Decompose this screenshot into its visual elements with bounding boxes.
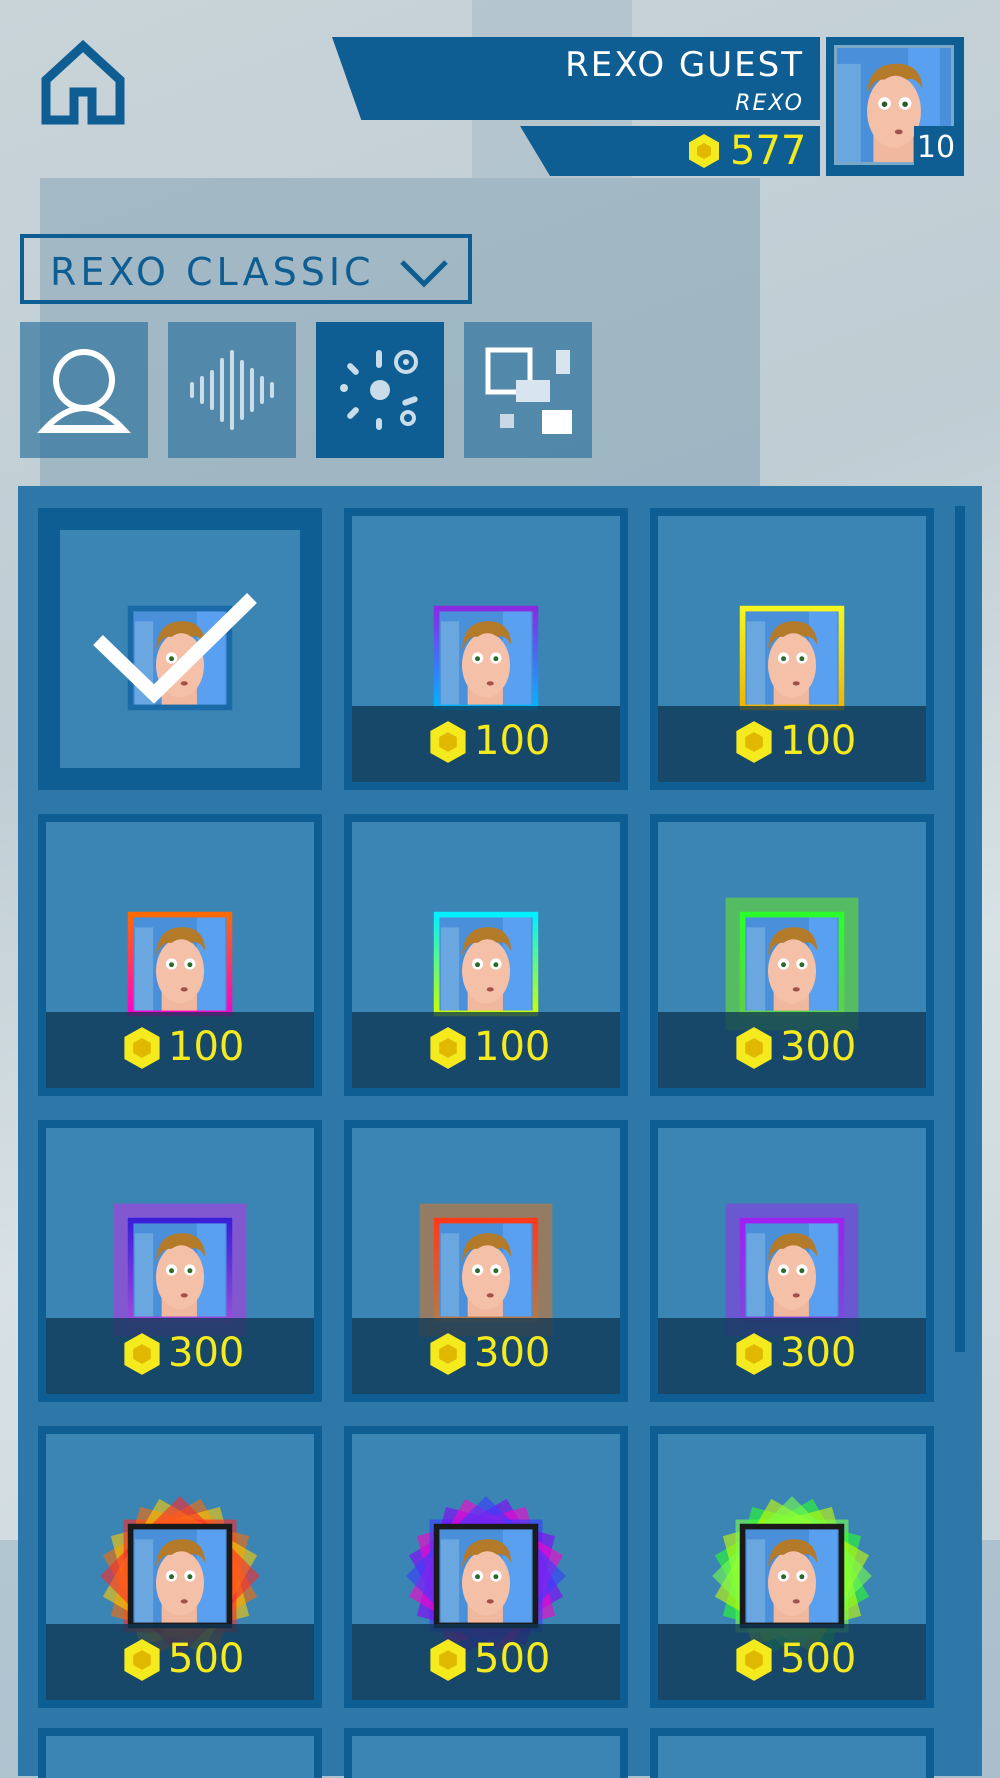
grid-cell[interactable]: 300 [344,1120,628,1402]
coin-balance-bar: 577 [520,126,820,176]
price-value: 100 [780,718,857,764]
coin-icon [428,1638,468,1686]
coin-icon [428,720,468,768]
character-dropdown[interactable]: REXO CLASSIC [20,234,472,304]
player-subtitle: REXO [735,91,804,116]
price-tag: 100 [658,706,926,782]
price-value: 300 [168,1330,245,1376]
grid-cell[interactable]: 100 [38,814,322,1096]
price-value: 100 [474,718,551,764]
avatar-icon [37,349,131,433]
home-icon [41,39,125,125]
effects-icon [340,350,418,430]
coin-icon [122,1026,162,1074]
grid-cell[interactable]: 300 [650,814,934,1096]
grid-cell[interactable]: 100 [344,508,628,790]
grid-cell-partial[interactable] [344,1728,628,1778]
dropdown-label: REXO CLASSIC [50,250,375,294]
coin-icon [734,1638,774,1686]
grid-cell[interactable]: 300 [38,1120,322,1402]
coin-icon [734,1332,774,1380]
price-tag: 500 [46,1624,314,1700]
tab-backgrounds[interactable] [464,322,592,458]
chevron-down-icon [400,260,448,288]
tab-sound[interactable] [168,322,296,458]
grid-cell[interactable]: 500 [650,1426,934,1708]
squares-icon [485,347,572,434]
home-button[interactable] [40,39,126,126]
price-tag: 300 [658,1318,926,1394]
coin-icon [689,134,719,168]
grid-cell-selected[interactable] [38,508,322,790]
price-value: 100 [168,1024,245,1070]
coin-icon [734,1026,774,1074]
coin-icon [122,1332,162,1380]
price-value: 100 [474,1024,551,1070]
coin-icon [428,1332,468,1380]
coin-icon [122,1638,162,1686]
checkmark-icon [90,590,260,714]
tab-effects[interactable] [316,322,444,458]
player-name-bar: REXO GUEST REXO [332,37,820,120]
price-value: 300 [474,1330,551,1376]
grid-cell[interactable]: 100 [650,508,934,790]
price-value: 500 [168,1636,245,1682]
price-value: 500 [780,1636,857,1682]
sound-wave-icon [190,350,274,430]
price-tag: 500 [658,1624,926,1700]
price-value: 500 [474,1636,551,1682]
price-tag: 100 [352,706,620,782]
grid-cell[interactable]: 100 [344,814,628,1096]
price-value: 300 [780,1330,857,1376]
grid-cell[interactable]: 500 [38,1426,322,1708]
grid-cell-partial[interactable] [38,1728,322,1778]
grid-cell[interactable]: 300 [650,1120,934,1402]
grid-cell-partial[interactable] [650,1728,934,1778]
price-tag: 100 [46,1012,314,1088]
coin-icon [428,1026,468,1074]
scrollbar[interactable] [955,506,965,1352]
price-tag: 500 [352,1624,620,1700]
tab-avatar[interactable] [20,322,148,458]
price-value: 300 [780,1024,857,1070]
level-badge: 10 [914,126,958,170]
coin-icon [734,720,774,768]
price-tag: 300 [352,1318,620,1394]
price-tag: 100 [352,1012,620,1088]
profile-avatar[interactable]: 10 [826,37,964,176]
price-tag: 300 [658,1012,926,1088]
player-name: REXO GUEST [565,45,804,85]
coin-balance: 577 [730,128,807,174]
price-tag: 300 [46,1318,314,1394]
grid-cell[interactable]: 500 [344,1426,628,1708]
